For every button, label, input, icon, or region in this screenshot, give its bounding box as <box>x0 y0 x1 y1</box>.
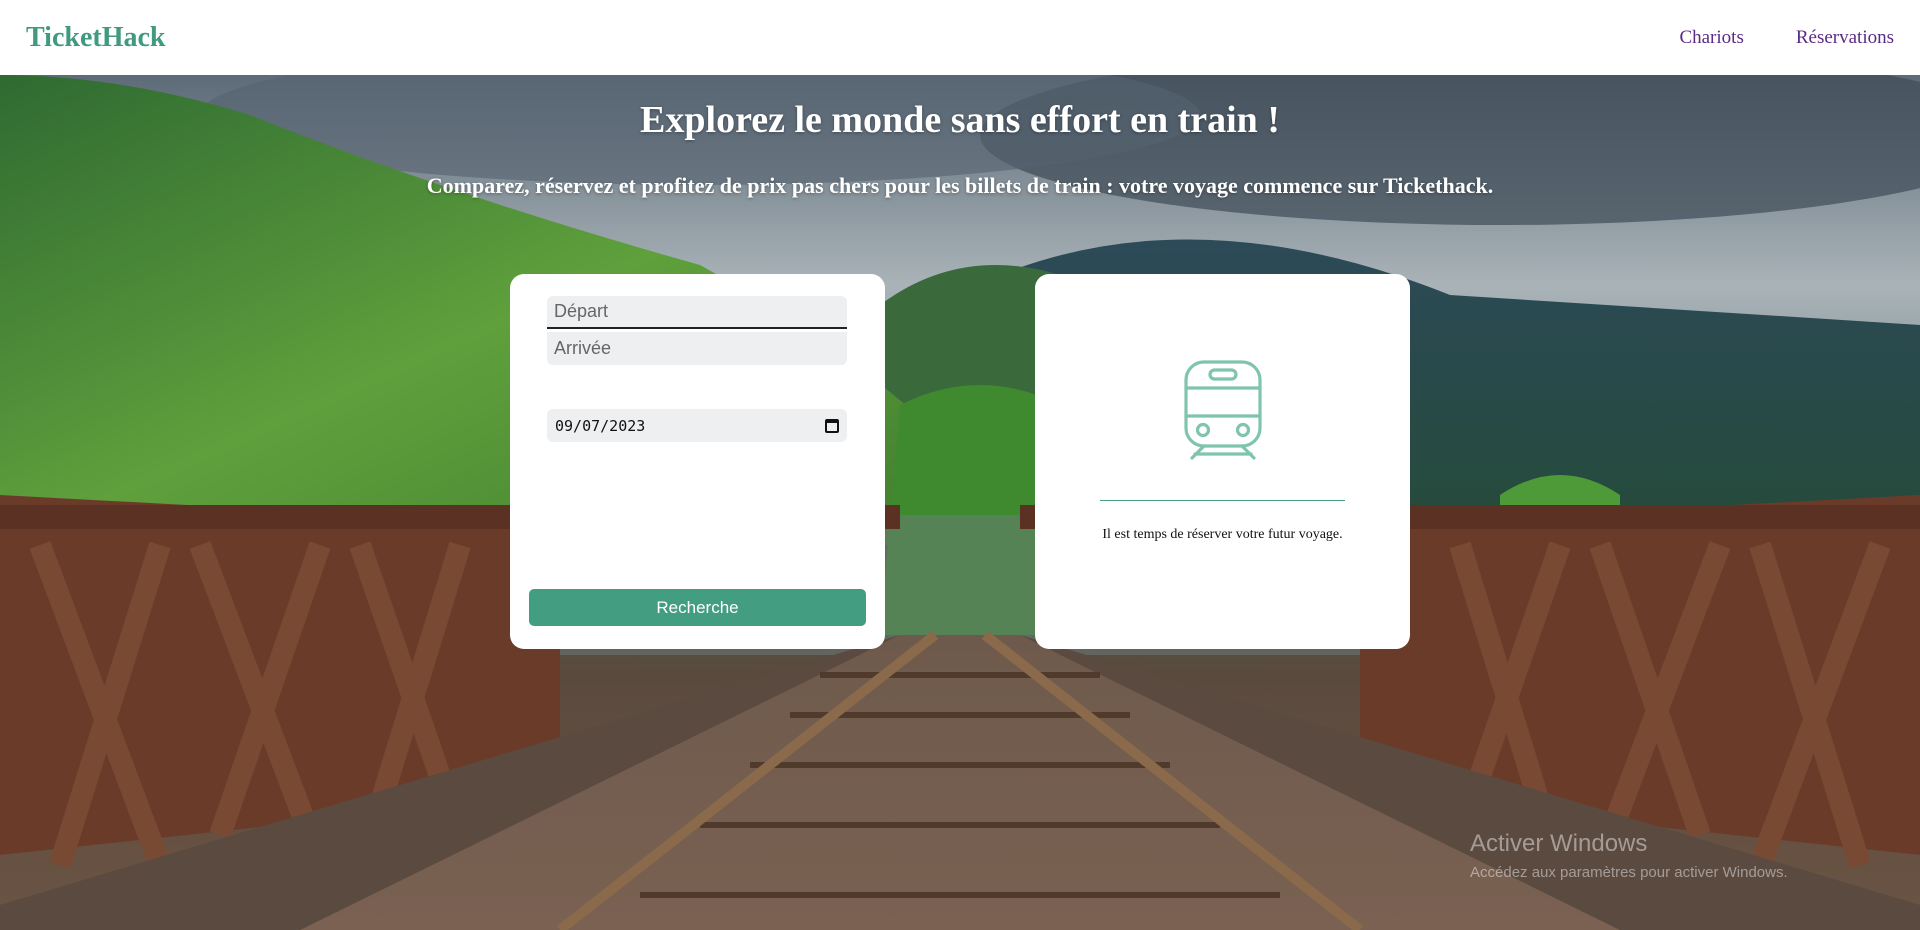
watermark-title: Activer Windows <box>1470 830 1648 857</box>
date-value: 09/07/2023 <box>555 416 646 435</box>
date-input[interactable]: 09/07/2023 <box>547 409 847 442</box>
windows-activation-watermark: Activer Windows Accédez aux paramètres p… <box>1470 830 1788 881</box>
arrival-input[interactable] <box>547 332 847 365</box>
brand-logo[interactable]: TicketHack <box>26 22 165 54</box>
hero-title: Explorez le monde sans effort en train ! <box>640 99 1280 141</box>
railway-bridge-landscape <box>0 75 1920 930</box>
search-card: 09/07/2023 Recherche <box>510 274 885 649</box>
nav-links: Chariots Réservations <box>1679 27 1896 49</box>
search-button[interactable]: Recherche <box>529 589 866 626</box>
watermark-subtitle: Accédez aux paramètres pour activer Wind… <box>1470 864 1788 881</box>
hero-background-image <box>0 75 1920 930</box>
top-navbar: TicketHack Chariots Réservations <box>0 0 1920 75</box>
train-icon <box>1183 360 1262 460</box>
departure-input[interactable] <box>547 296 847 329</box>
calendar-icon[interactable] <box>825 418 839 433</box>
page: TicketHack Chariots Réservations Explore… <box>0 0 1920 930</box>
hero-subtitle: Comparez, réservez et profitez de prix p… <box>426 173 1494 198</box>
nav-link-bookings[interactable]: Réservations <box>1796 27 1894 49</box>
result-divider <box>1100 500 1345 501</box>
result-message: Il est temps de réserver votre futur voy… <box>1102 527 1343 542</box>
result-card: Il est temps de réserver votre futur voy… <box>1035 274 1410 649</box>
nav-link-cart[interactable]: Chariots <box>1679 27 1743 49</box>
